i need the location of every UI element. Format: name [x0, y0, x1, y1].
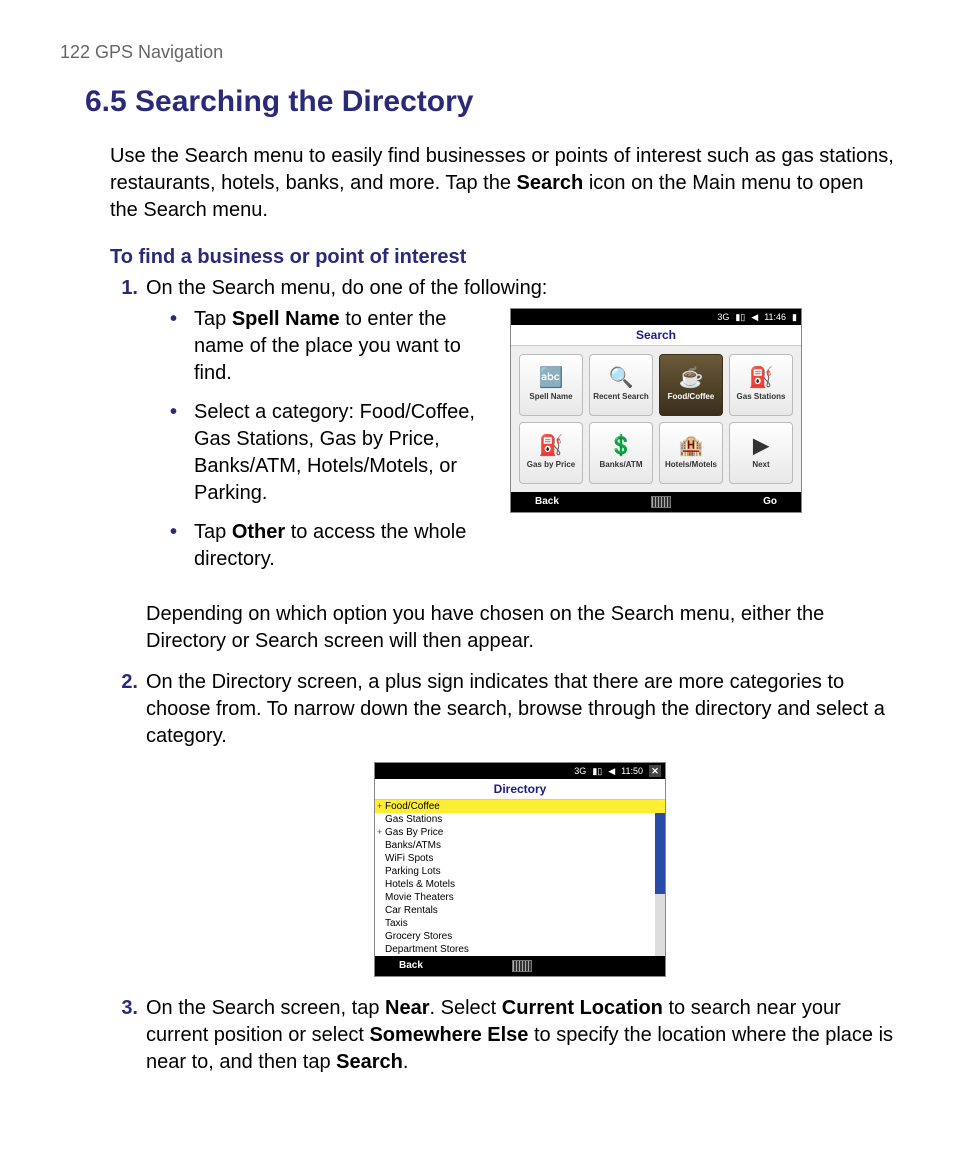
network-icon: 3G	[717, 311, 729, 323]
search-tile-grid: 🔤 Spell Name 🔍 Recent Search ☕ Food/Coffee ⛽ Ga…	[511, 346, 801, 492]
directory-list: Food/CoffeeGas StationsGas By PriceBanks…	[375, 800, 665, 956]
step1-after: Depending on which option you have chose…	[146, 601, 894, 655]
step-1: 1. On the Search menu, do one of the fol…	[110, 275, 894, 655]
bullet-category: Select a category: Food/Coffee, Gas Stat…	[170, 399, 490, 507]
back-button[interactable]: Back	[535, 495, 559, 509]
tile-label: Spell Name	[529, 392, 572, 403]
volume-icon: ◀	[608, 765, 615, 777]
keyboard-icon[interactable]	[512, 960, 532, 972]
directory-item[interactable]: Gas By Price	[375, 826, 665, 839]
volume-icon: ◀	[751, 311, 758, 323]
go-button[interactable]: Go	[763, 495, 777, 509]
bullet-other: Tap Other to access the whole directory.	[170, 519, 490, 573]
bottom-bar-dir: Back	[375, 956, 665, 976]
directory-item[interactable]: Food/Coffee	[375, 800, 665, 813]
intro-paragraph: Use the Search menu to easily find busin…	[110, 143, 894, 224]
section-title: 6.5 Searching the Directory	[85, 82, 894, 123]
search-screenshot: 3G ▮▯ ◀ 11:46 ▮ Search 🔤 Spell Name 🔍 Recen…	[510, 308, 802, 513]
signal-icon: ▮▯	[735, 311, 745, 323]
search-tile[interactable]: ▶ Next	[729, 422, 793, 484]
tile-label: Recent Search	[593, 392, 649, 403]
clock: 11:46	[764, 311, 786, 323]
back-button[interactable]: Back	[399, 959, 423, 973]
directory-item[interactable]: Car Rentals	[375, 904, 665, 917]
tile-icon: ☕	[679, 368, 704, 388]
tile-icon: ⛽	[749, 368, 774, 388]
s3b3: Somewhere Else	[369, 1024, 528, 1046]
step-3: 3. On the Search screen, tap Near. Selec…	[110, 995, 894, 1076]
step-2: 2. On the Directory screen, a plus sign …	[110, 669, 894, 977]
directory-item[interactable]: Grocery Stores	[375, 930, 665, 943]
directory-item[interactable]: Parking Lots	[375, 865, 665, 878]
step-number-1: 1.	[110, 275, 138, 302]
directory-item[interactable]: Movie Theaters	[375, 891, 665, 904]
search-tile[interactable]: ☕ Food/Coffee	[659, 354, 723, 416]
step-number-2: 2.	[110, 669, 138, 696]
directory-screenshot: 3G ▮▯ ◀ 11:50 ✕ Directory Food/CoffeeGas…	[374, 762, 666, 977]
search-tile[interactable]: ⛽ Gas Stations	[729, 354, 793, 416]
s3b4: Search	[336, 1051, 403, 1073]
directory-item[interactable]: Taxis	[375, 917, 665, 930]
search-tile[interactable]: 🏨 Hotels/Motels	[659, 422, 723, 484]
directory-item[interactable]: Gas Stations	[375, 813, 665, 826]
bullet1-bold: Spell Name	[232, 308, 340, 330]
bullet-spell-name: Tap Spell Name to enter the name of the …	[170, 306, 490, 387]
tile-icon: 💲	[609, 436, 634, 456]
search-tile[interactable]: 🔤 Spell Name	[519, 354, 583, 416]
tile-label: Gas by Price	[527, 460, 575, 471]
bullet3-text-a: Tap	[194, 521, 232, 543]
tile-icon: ▶	[753, 436, 768, 456]
subheading: To find a business or point of interest	[110, 244, 894, 271]
step1-intro: On the Search menu, do one of the follow…	[146, 275, 894, 302]
s3b2: Current Location	[502, 997, 663, 1019]
step-number-3: 3.	[110, 995, 138, 1022]
search-tile[interactable]: 🔍 Recent Search	[589, 354, 653, 416]
tile-label: Next	[752, 460, 769, 471]
bullet1-text-a: Tap	[194, 308, 232, 330]
screen-title-search: Search	[511, 325, 801, 346]
page-header: 122 GPS Navigation	[60, 40, 894, 64]
tile-icon: 🔍	[609, 368, 634, 388]
s3a: On the Search screen, tap	[146, 997, 385, 1019]
bottom-bar-search: Back Go	[511, 492, 801, 512]
tile-icon: 🏨	[679, 436, 704, 456]
tile-label: Banks/ATM	[600, 460, 643, 471]
step3-text: On the Search screen, tap Near. Select C…	[146, 995, 894, 1076]
s3c: . Select	[430, 997, 502, 1019]
screen-title-directory: Directory	[375, 779, 665, 800]
s3b1: Near	[385, 997, 429, 1019]
tile-icon: 🔤	[539, 368, 564, 388]
intro-bold: Search	[517, 172, 584, 194]
network-icon: 3G	[574, 765, 586, 777]
tile-icon: ⛽	[539, 436, 564, 456]
bullet3-bold: Other	[232, 521, 285, 543]
tile-label: Food/Coffee	[668, 392, 715, 403]
directory-item[interactable]: Department Stores	[375, 943, 665, 956]
tile-label: Gas Stations	[737, 392, 786, 403]
directory-item[interactable]: Hotels & Motels	[375, 878, 665, 891]
battery-icon: ▮	[792, 311, 797, 323]
status-bar: 3G ▮▯ ◀ 11:46 ▮	[511, 309, 801, 325]
step2-text: On the Directory screen, a plus sign ind…	[146, 669, 894, 750]
tile-label: Hotels/Motels	[665, 460, 717, 471]
keyboard-icon[interactable]	[651, 496, 671, 508]
close-icon[interactable]: ✕	[649, 765, 661, 777]
search-tile[interactable]: 💲 Banks/ATM	[589, 422, 653, 484]
s3f: .	[403, 1051, 409, 1073]
directory-item[interactable]: Banks/ATMs	[375, 839, 665, 852]
status-bar-dir: 3G ▮▯ ◀ 11:50 ✕	[375, 763, 665, 779]
signal-icon: ▮▯	[592, 765, 602, 777]
clock: 11:50	[621, 765, 643, 777]
search-tile[interactable]: ⛽ Gas by Price	[519, 422, 583, 484]
directory-item[interactable]: WiFi Spots	[375, 852, 665, 865]
